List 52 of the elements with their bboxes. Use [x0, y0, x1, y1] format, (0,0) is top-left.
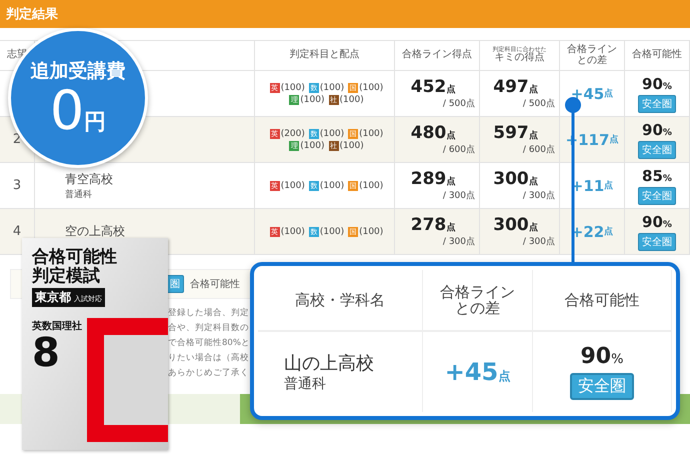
column-header: 合格ライン得点: [395, 41, 480, 71]
course-name: 普通科: [65, 188, 93, 200]
book-number: 8: [32, 333, 60, 374]
book-title: 合格可能性: [32, 248, 118, 267]
note-text: 合や、判定科目数の: [168, 322, 249, 335]
column-header: 合格ライン との差: [423, 270, 533, 332]
school-name: 山の上高校: [284, 352, 375, 375]
score-total: / 500点: [522, 98, 555, 110]
column-header: 合格ライン との差: [560, 41, 625, 71]
pass-probability: 90%: [642, 120, 672, 138]
book-title: 判定模試: [32, 266, 101, 286]
note-text: 登録した場合、判定: [168, 307, 249, 320]
pass-probability: 85%: [642, 166, 672, 184]
note-text: りたい場合は（高校: [168, 352, 249, 365]
book-subjects: 英数国理社: [32, 320, 83, 334]
course-name: 普通科: [284, 375, 327, 393]
score-value: 289点: [410, 169, 456, 189]
pass-probability: 90%: [642, 212, 672, 230]
score-value: 497 点: [493, 77, 538, 97]
legend-text: 合格可能性: [190, 278, 240, 291]
column-header: 合格可能性: [625, 41, 690, 71]
zone-label: 安全圏: [638, 186, 676, 204]
score-total: / 300点: [442, 236, 475, 248]
score-value: 278点: [410, 215, 456, 235]
score-total: / 600点: [522, 144, 555, 156]
score-difference: +22点: [560, 209, 625, 255]
note-text: で合格可能性80%と: [168, 337, 250, 350]
section-header: 判定結果: [0, 0, 690, 28]
zone-label: 安全圏: [638, 94, 676, 112]
column-header: 合格可能性: [533, 270, 672, 332]
score-value: 300点: [493, 215, 538, 235]
zone-label: 安全圏: [570, 373, 634, 400]
zone-label: 安全圏: [638, 232, 676, 250]
score-total: / 500点: [442, 98, 475, 110]
score-difference: +45 点: [423, 332, 533, 412]
score-total: / 300点: [442, 190, 475, 202]
pass-probability: 90%: [642, 74, 672, 92]
pass-probability: 90%: [580, 344, 624, 369]
score-value: 300点: [493, 169, 538, 189]
score-value: 452 点: [410, 77, 456, 97]
badge-price: 0 円: [50, 84, 106, 138]
column-header: 高校・学科名: [258, 270, 423, 332]
score-value: 480点: [410, 123, 456, 143]
note-text: あらかじめご了承く: [168, 367, 249, 380]
score-value: 597 点: [493, 123, 538, 143]
school-name: 青空高校: [65, 170, 114, 188]
score-total: / 300点: [522, 190, 555, 202]
zone-label: 安全圏: [638, 140, 676, 158]
column-header: 判定科目と配点: [255, 41, 395, 71]
school-name: 空の上高校: [65, 223, 126, 240]
score-total: / 300点: [522, 236, 555, 248]
score-total: / 600点: [442, 144, 475, 156]
